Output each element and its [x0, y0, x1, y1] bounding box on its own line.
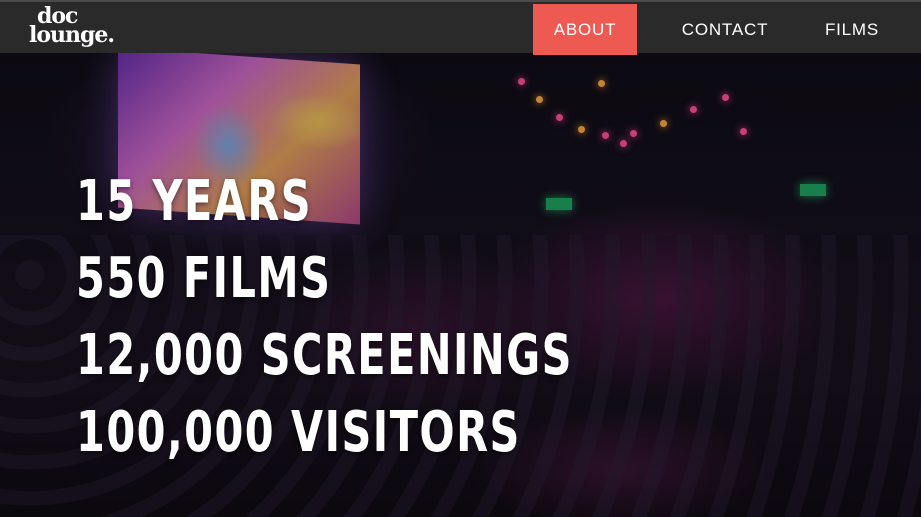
- logo-text-bottom: lounge.: [29, 22, 115, 48]
- hero-stats-list: 15 YEARS 550 FILMS 12,000 SCREENINGS 100…: [76, 168, 748, 476]
- nav-link-contact[interactable]: CONTACT: [665, 4, 785, 55]
- stat-screenings: 12,000 SCREENINGS: [76, 323, 573, 388]
- doc-lounge-logo[interactable]: doc lounge.: [29, 5, 129, 52]
- nav-link-films[interactable]: FILMS: [806, 4, 898, 55]
- stat-years: 15 YEARS: [76, 169, 313, 234]
- page: doc lounge. ABOUT CONTACT FILMS 15 YEARS…: [0, 0, 921, 517]
- top-navigation-bar: doc lounge. ABOUT CONTACT FILMS: [0, 0, 921, 55]
- stat-visitors: 100,000 VISITORS: [76, 400, 521, 465]
- stat-films: 550 FILMS: [76, 246, 332, 311]
- nav-link-about[interactable]: ABOUT: [533, 4, 637, 55]
